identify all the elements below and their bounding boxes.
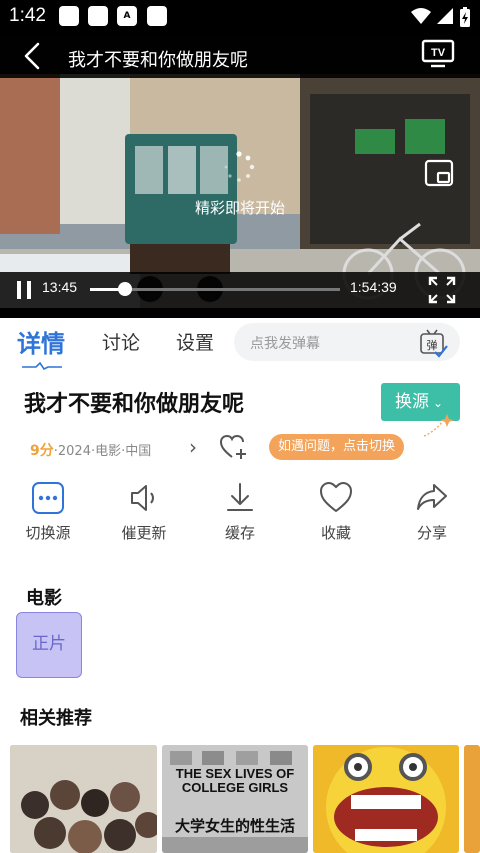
recommend-section-title: 相关推荐 <box>20 708 92 729</box>
signal-icon <box>437 8 453 24</box>
loading-spinner-icon <box>224 151 255 182</box>
poster-image <box>10 745 157 853</box>
favorite-action[interactable]: 收藏 <box>296 478 376 548</box>
notification-a-icon: A <box>117 6 137 26</box>
action-label: 收藏 <box>320 524 351 542</box>
notification-icon <box>59 6 79 26</box>
action-label: 切换源 <box>25 524 71 542</box>
action-label: 催更新 <box>121 524 167 542</box>
switch-source-label: 换源 <box>395 392 429 412</box>
progress-knob[interactable] <box>118 282 132 296</box>
movie-score: 9分 <box>30 443 54 459</box>
back-icon[interactable] <box>18 40 50 72</box>
video-player[interactable]: 我才不要和你做朋友呢 TV 精彩即将开始 13:45 1:54:39 <box>0 34 480 318</box>
danmaku-icon[interactable]: 弹 <box>418 328 448 358</box>
cache-action[interactable]: 缓存 <box>200 478 280 548</box>
movie-meta: 9分·2024·电影·中国 <box>30 440 151 460</box>
danmaku-input[interactable]: 点我发弹幕 弹 <box>234 323 460 361</box>
tab-settings[interactable]: 设置 <box>176 328 214 355</box>
svg-text:弹: 弹 <box>427 338 438 352</box>
poster-title: THE SEX LIVES OF COLLEGE GIRLS <box>175 766 295 795</box>
progress-bar[interactable] <box>90 282 340 296</box>
fullscreen-icon[interactable] <box>428 276 456 304</box>
battery-icon <box>460 7 470 27</box>
svg-text:TV: TV <box>431 47 446 59</box>
player-title: 我才不要和你做朋友呢 <box>68 50 248 71</box>
tab-active-indicator <box>22 362 62 370</box>
chevron-down-icon: ⌄ <box>433 396 444 410</box>
chevron-right-icon[interactable]: › <box>189 435 197 459</box>
recommend-poster-1[interactable] <box>10 745 157 853</box>
pause-icon[interactable] <box>14 279 34 301</box>
danmaku-placeholder: 点我发弹幕 <box>250 336 320 352</box>
tab-details[interactable]: 详情 <box>17 324 65 359</box>
recommend-poster-4[interactable] <box>464 745 480 853</box>
sparkle-decoration-icon <box>423 414 454 437</box>
heart-add-icon[interactable] <box>219 433 249 461</box>
notification-icon <box>147 6 167 26</box>
tab-discussion[interactable]: 讨论 <box>102 328 140 355</box>
poster-image <box>313 745 459 853</box>
notification-icon <box>88 6 108 26</box>
poster-caption: 大学女生的性生活 <box>174 817 295 835</box>
tv-cast-icon[interactable]: TV <box>420 38 456 70</box>
player-controls: 13:45 1:54:39 <box>0 272 480 318</box>
picture-in-picture-icon[interactable] <box>424 158 454 188</box>
switch-source-action[interactable]: 切换源 <box>8 478 88 548</box>
action-label: 分享 <box>416 524 447 542</box>
status-time: 1:42 <box>9 5 46 26</box>
detail-tabs: 详情 讨论 设置 点我发弹幕 弹 <box>0 318 480 376</box>
share-icon <box>417 484 447 510</box>
action-label: 缓存 <box>224 524 255 542</box>
heart-icon <box>319 481 353 513</box>
player-top-bar: 我才不要和你做朋友呢 TV <box>0 34 480 78</box>
loading-text: 精彩即将开始 <box>194 199 285 217</box>
movie-title: 我才不要和你做朋友呢 <box>24 392 245 417</box>
urge-update-action[interactable]: 催更新 <box>104 478 184 548</box>
current-time: 13:45 <box>42 279 78 295</box>
wifi-icon <box>411 8 431 24</box>
share-action[interactable]: 分享 <box>392 478 472 548</box>
status-bar: 1:42 A <box>0 0 480 34</box>
movie-meta-text: ·2024·电影·中国 <box>53 444 152 459</box>
episodes-section-title: 电影 <box>26 588 62 609</box>
episode-item[interactable]: 正片 <box>16 612 82 678</box>
download-icon <box>227 483 253 511</box>
switch-tip-bubble[interactable]: 如遇问题，点击切换 <box>269 434 405 460</box>
poster-image <box>162 745 308 853</box>
speaker-icon <box>131 485 154 511</box>
more-dots-icon <box>32 482 64 514</box>
recommend-poster-2[interactable]: THE SEX LIVES OF COLLEGE GIRLS 大学女生的性生活 <box>162 745 308 853</box>
recommend-poster-3[interactable] <box>313 745 459 853</box>
total-time: 1:54:39 <box>350 279 397 295</box>
